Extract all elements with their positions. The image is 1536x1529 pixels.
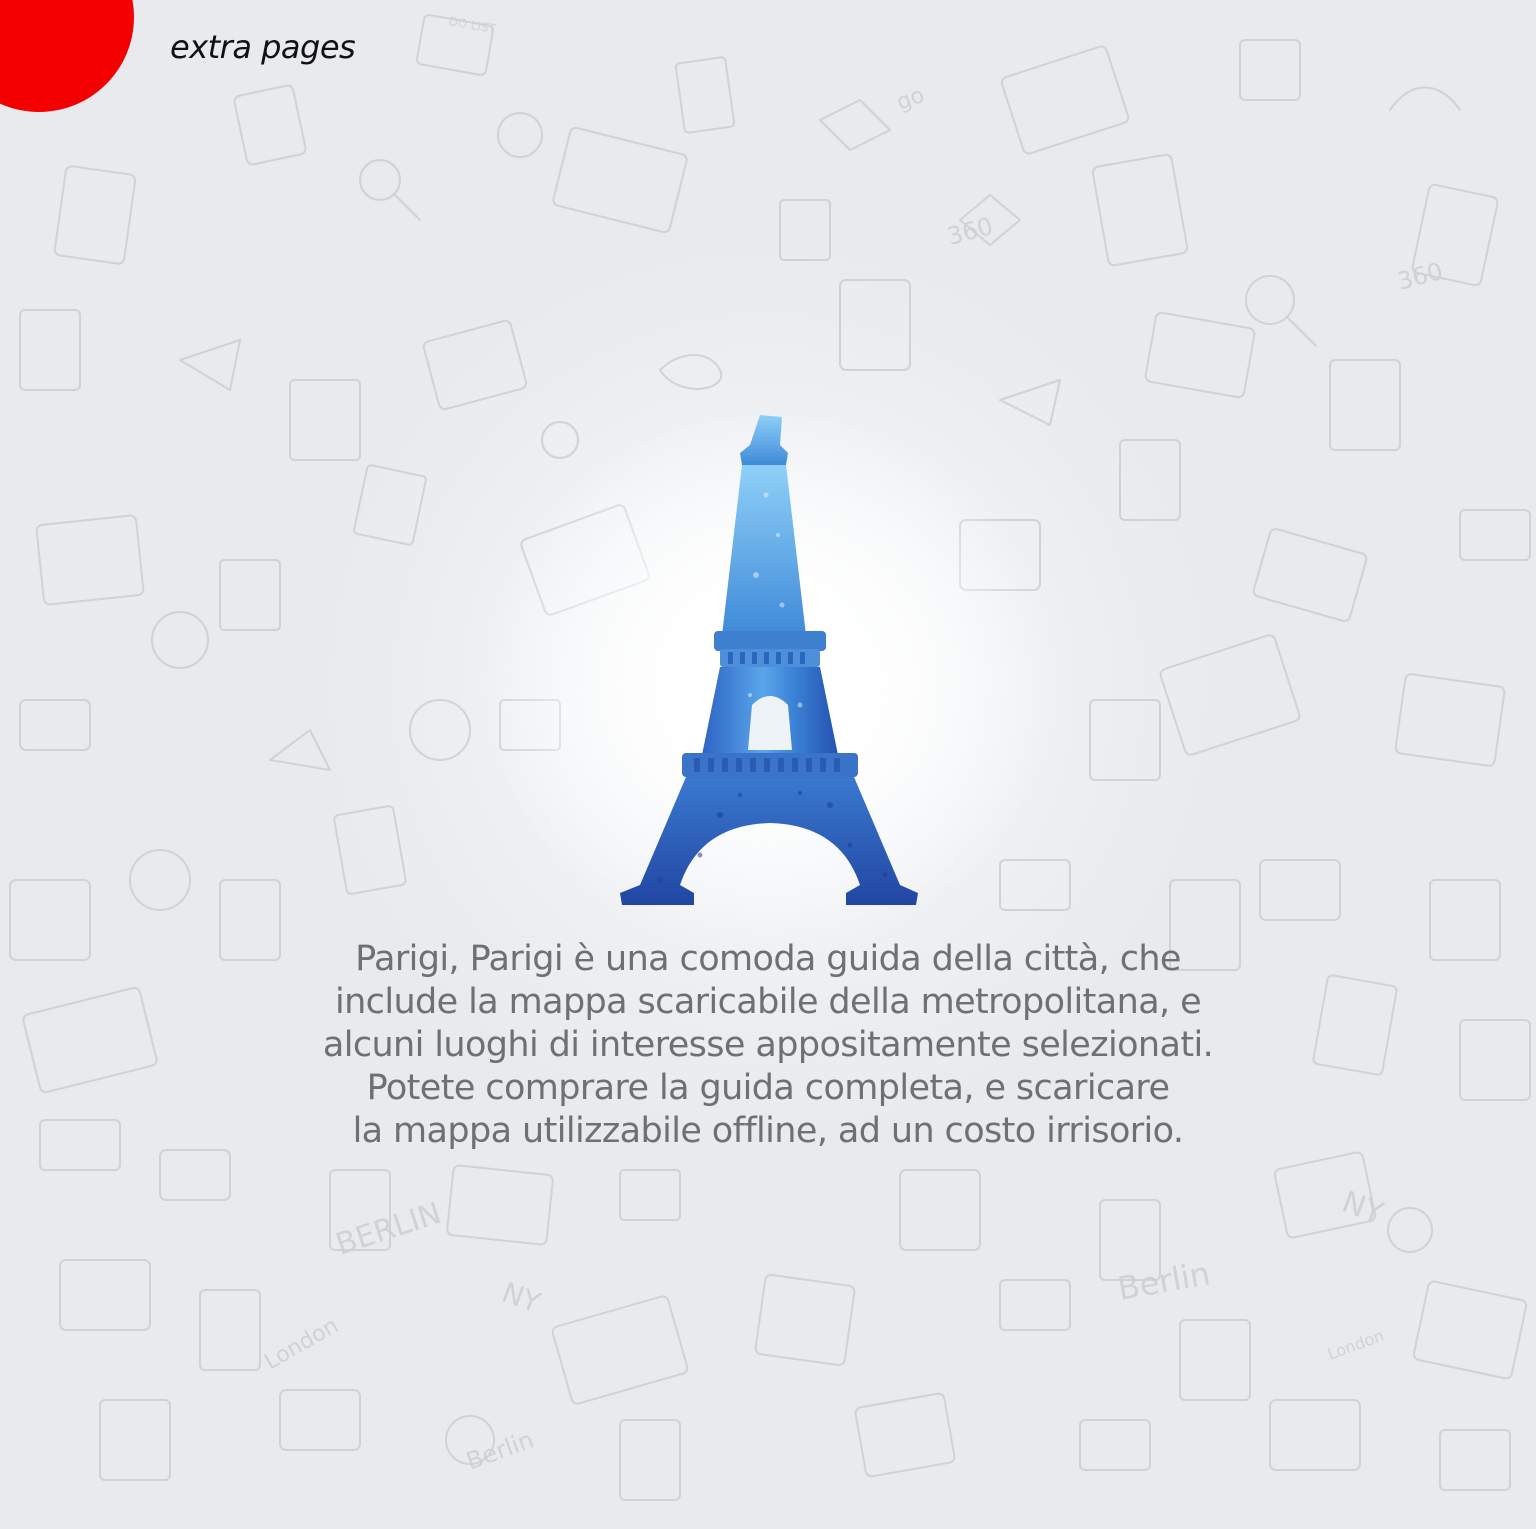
svg-text:DO LIST: DO LIST — [447, 14, 497, 36]
description-line: Parigi, Parigi è una comoda guida della … — [355, 939, 1181, 979]
svg-text:360: 360 — [944, 212, 995, 251]
svg-text:NY: NY — [498, 1276, 546, 1320]
description-line: alcuni luoghi di interesse appositamente… — [322, 1025, 1214, 1065]
svg-text:London: London — [261, 1313, 343, 1375]
svg-text:360: 360 — [1394, 257, 1445, 296]
svg-text:go: go — [894, 83, 928, 116]
svg-text:BERLIN: BERLIN — [332, 1196, 446, 1263]
svg-text:Berlin: Berlin — [462, 1426, 537, 1476]
svg-text:Berlin: Berlin — [1115, 1254, 1213, 1308]
section-label: extra pages — [170, 28, 356, 66]
svg-text:London: London — [1325, 1326, 1387, 1364]
eiffel-tower-icon — [620, 415, 918, 905]
description-line: la mappa utilizzabile offline, ad un cos… — [352, 1111, 1184, 1151]
description-text: Parigi, Parigi è una comoda guida della … — [218, 938, 1318, 1153]
description-line: include la mappa scaricabile della metro… — [334, 982, 1202, 1022]
description-line: Potete comprare la guida completa, e sca… — [366, 1068, 1170, 1108]
page: BERLIN NY London Berlin Berlin NY London… — [0, 0, 1536, 1529]
svg-text:NY: NY — [1337, 1185, 1388, 1232]
